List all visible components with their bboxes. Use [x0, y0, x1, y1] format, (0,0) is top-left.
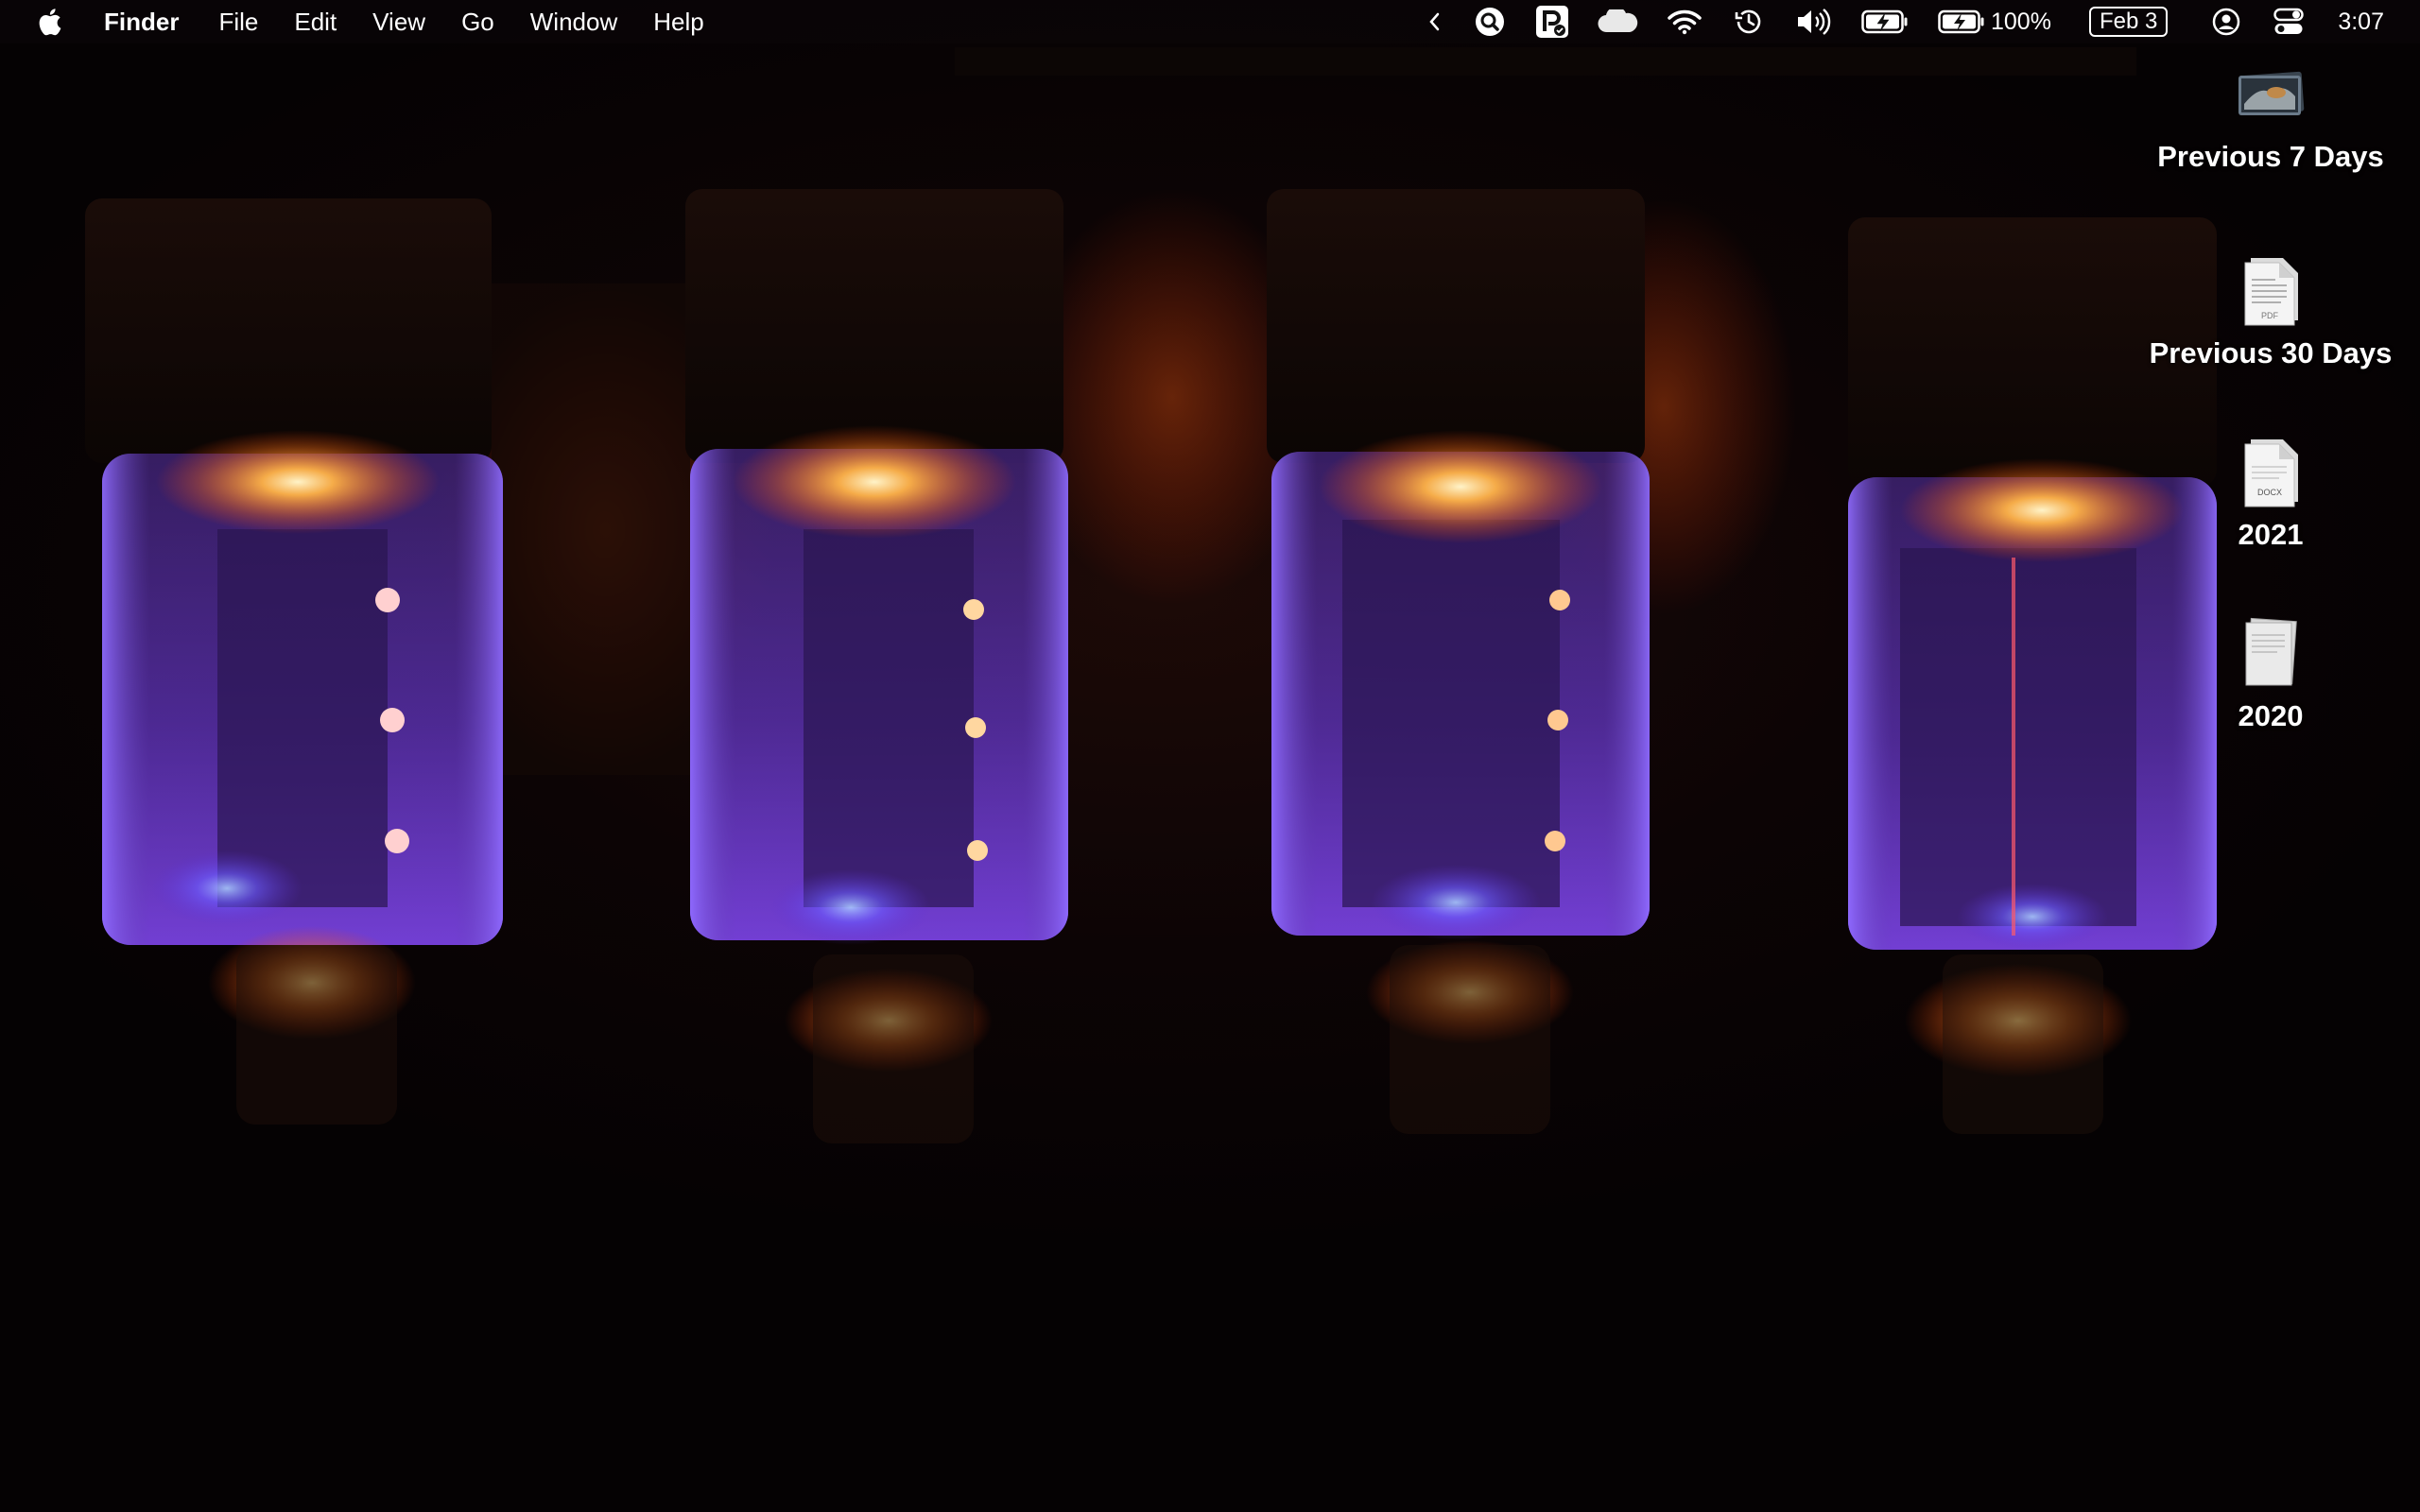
menu-window[interactable]: Window	[530, 0, 617, 43]
wallpaper-vacuum-tubes	[85, 47, 2217, 1143]
battery-percent: 100%	[1991, 8, 2051, 35]
wifi-icon[interactable]	[1666, 0, 1703, 43]
tube-3	[1267, 189, 1650, 1134]
document-stack-icon	[2233, 607, 2308, 692]
docx-badge: DOCX	[2257, 488, 2282, 497]
time-machine-icon[interactable]	[1732, 0, 1766, 43]
desktop-icon-label: 2021	[2238, 518, 2304, 551]
battery-charging-icon[interactable]	[1860, 0, 1910, 43]
tube-2	[685, 189, 1068, 1143]
desktop-icon-label: Previous 30 Days	[2149, 336, 2393, 369]
clock[interactable]: 3:07	[2338, 0, 2384, 43]
menu-go[interactable]: Go	[461, 0, 494, 43]
battery-charging-icon	[1938, 9, 1984, 34]
p-app-icon[interactable]	[1533, 0, 1571, 43]
search-magnifier-icon[interactable]	[1471, 0, 1509, 43]
menu-edit[interactable]: Edit	[294, 0, 337, 43]
cloud-icon[interactable]	[1596, 0, 1639, 43]
desktop: Finder File Edit View Go Window Help 100…	[0, 0, 2420, 1512]
desktop-icon-label: Previous 7 Days	[2157, 140, 2384, 173]
control-center-icon[interactable]	[2273, 0, 2305, 43]
battery-status[interactable]: 100%	[1938, 0, 2051, 43]
menu-bar: Finder File Edit View Go Window Help 100…	[0, 0, 2420, 43]
photo-stack-icon	[2233, 47, 2308, 123]
menu-app-finder[interactable]: Finder	[104, 0, 179, 43]
apple-menu-icon[interactable]	[34, 6, 62, 38]
user-icon[interactable]	[2211, 0, 2241, 43]
desktop-stack-previous-30-days[interactable]: PDF Previous 30 Days	[2129, 244, 2412, 370]
desktop-stack-2020[interactable]: 2020	[2129, 607, 2412, 733]
menu-help[interactable]: Help	[653, 0, 703, 43]
menu-file[interactable]: File	[218, 0, 258, 43]
pdf-badge: PDF	[2261, 311, 2279, 320]
chevron-left-icon[interactable]	[1420, 0, 1450, 43]
desktop-stack-previous-7-days[interactable]: Previous 7 Days	[2129, 47, 2412, 174]
desktop-icon-label: 2020	[2238, 699, 2304, 732]
desktop-stack-2021[interactable]: DOCX 2021	[2129, 425, 2412, 552]
pdf-document-icon: PDF	[2233, 244, 2308, 329]
docx-document-icon: DOCX	[2233, 425, 2308, 510]
menu-view[interactable]: View	[372, 0, 425, 43]
date-pill: Feb 3	[2088, 7, 2169, 37]
tube-1	[85, 198, 503, 1125]
date-display[interactable]: Feb 3	[2088, 0, 2169, 43]
clock-time: 3:07	[2338, 8, 2384, 35]
volume-icon[interactable]	[1794, 0, 1832, 43]
